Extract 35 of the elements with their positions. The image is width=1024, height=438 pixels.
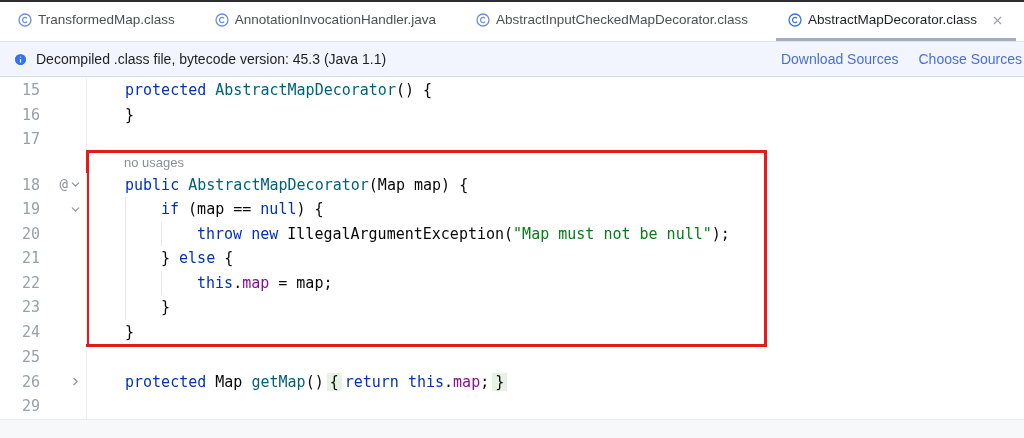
code-line: protected Map getMap() { return this.map; } — [125, 370, 511, 393]
line-number: 24 — [20, 321, 40, 343]
class-icon — [475, 13, 490, 27]
line-number: 15 — [20, 80, 40, 101]
line-number: 26 — [20, 371, 40, 393]
banner-link[interactable]: Download Sources — [780, 48, 899, 70]
line-number: 23 — [20, 297, 40, 318]
line-number: 25 — [20, 347, 40, 368]
code-line: this.map = map; — [197, 272, 333, 294]
info-icon — [13, 51, 28, 67]
class-icon — [18, 13, 32, 27]
line-number: 19 — [20, 199, 40, 220]
line-number: 22 — [20, 272, 40, 294]
code-line: } — [161, 297, 171, 318]
code-line: public AbstractMapDecorator(Map map) { — [125, 174, 469, 196]
code-line: } — [125, 104, 135, 126]
code-line: protected AbstractMapDecorator() { — [125, 80, 433, 101]
line-number: 21 — [20, 248, 40, 269]
code-line: if (map == null) { — [161, 199, 324, 220]
code-line: } — [125, 321, 135, 343]
code-line: } else { — [161, 248, 234, 269]
line-number: 17 — [20, 129, 40, 150]
editor-tab[interactable]: AnnotationInvocationHandler.java — [202, 2, 448, 41]
line-number: 20 — [20, 223, 40, 245]
class-icon — [788, 13, 803, 27]
editor-tab[interactable]: TransformedMap.class — [6, 2, 187, 41]
class-icon — [214, 13, 229, 27]
line-number: 18 — [20, 174, 40, 196]
editor-tab[interactable]: AbstractInputCheckedMapDecorator.class — [463, 2, 761, 41]
code-line: throw new IllegalArgumentException("Map must not be null"); — [197, 223, 730, 245]
usage-hint: no usages — [123, 154, 184, 172]
banner-message: Decompiled .class file, bytecode version: 45.3 (Java 1.1) — [36, 49, 387, 69]
line-number: 16 — [20, 104, 40, 126]
banner-link[interactable]: Choose Sources — [918, 48, 1022, 70]
line-number: 29 — [20, 396, 40, 417]
